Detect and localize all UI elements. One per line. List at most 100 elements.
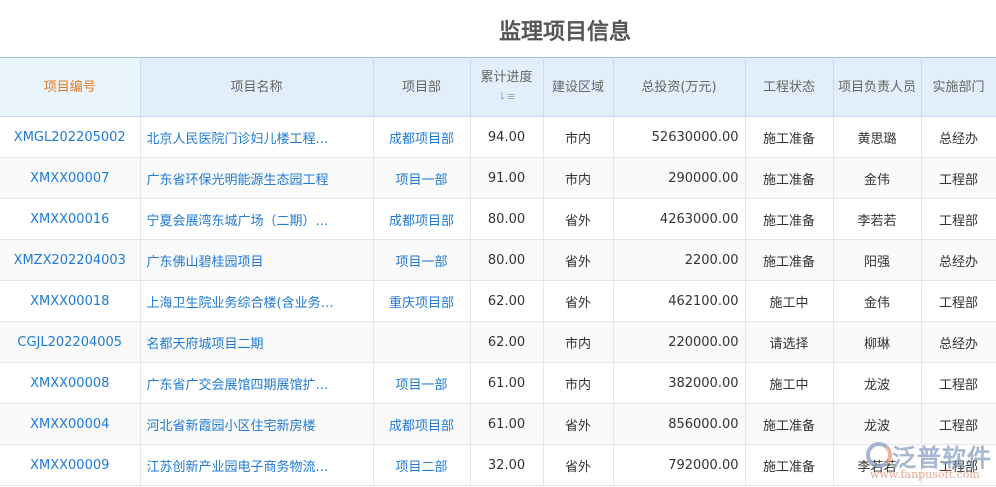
- project-dept-link[interactable]: 项目一部: [373, 157, 471, 199]
- area-cell: 市内: [543, 321, 614, 363]
- sort-icon[interactable]: ⇂≡: [497, 90, 515, 103]
- impl-dept-cell: 工程部: [921, 157, 996, 199]
- progress-cell: 62.00: [470, 280, 544, 322]
- progress-cell: 61.00: [470, 403, 544, 445]
- table-row[interactable]: XMZX202204003 广东佛山碧桂园项目 项目一部 80.00 省外 2200.00…: [0, 239, 996, 281]
- progress-cell: 61.00: [470, 362, 544, 404]
- col-name[interactable]: 项目名称: [140, 57, 374, 117]
- owner-cell: 阳强: [833, 239, 922, 281]
- invest-cell: 4263000.00: [613, 198, 746, 240]
- table-row[interactable]: XMXX00004 河北省新霞园小区住宅新房楼 成都项目部 61.00 省外 856000…: [0, 403, 996, 445]
- progress-cell: 91.00: [470, 157, 544, 199]
- invest-cell: 220000.00: [613, 321, 746, 363]
- progress-cell: 32.00: [470, 444, 544, 486]
- project-id-link[interactable]: XMXX00016: [0, 198, 141, 240]
- invest-cell: 856000.00: [613, 403, 746, 445]
- impl-dept-cell: 总经办: [921, 239, 996, 281]
- status-cell: 施工准备: [745, 157, 834, 199]
- project-table: 项目编号 项目名称 项目部 累计进度 ⇂≡ 建设区域 总投资(万元) 工程状态 …: [0, 57, 996, 486]
- invest-cell: 462100.00: [613, 280, 746, 322]
- table-row[interactable]: XMXX00008 广东省广交会展馆四期展馆扩… 项目一部 61.00 市内 382000…: [0, 362, 996, 404]
- invest-cell: 2200.00: [613, 239, 746, 281]
- project-id-link[interactable]: XMXX00009: [0, 444, 141, 486]
- project-dept-link[interactable]: 项目二部: [373, 444, 471, 486]
- invest-cell: 382000.00: [613, 362, 746, 404]
- project-dept-link[interactable]: 项目一部: [373, 362, 471, 404]
- project-name-link[interactable]: 江苏创新产业园电子商务物流…: [140, 444, 374, 486]
- project-name-link[interactable]: 广东省环保光明能源生态园工程: [140, 157, 374, 199]
- col-owner[interactable]: 项目负责人员: [833, 57, 922, 117]
- invest-cell: 290000.00: [613, 157, 746, 199]
- project-dept-link[interactable]: 成都项目部: [373, 198, 471, 240]
- table-row[interactable]: XMXX00018 上海卫生院业务综合楼(含业务… 重庆项目部 62.00 省外 4621…: [0, 280, 996, 322]
- invest-cell: 792000.00: [613, 444, 746, 486]
- table-row[interactable]: XMGL202205002 北京人民医院门诊妇儿楼工程… 成都项目部 94.00 市内 5…: [0, 116, 996, 158]
- project-dept-link[interactable]: 成都项目部: [373, 116, 471, 158]
- area-cell: 市内: [543, 362, 614, 404]
- project-id-link[interactable]: XMXX00008: [0, 362, 141, 404]
- table-row[interactable]: XMXX00007 广东省环保光明能源生态园工程 项目一部 91.00 市内 290000…: [0, 157, 996, 199]
- status-cell: 施工准备: [745, 239, 834, 281]
- col-progress[interactable]: 累计进度 ⇂≡: [470, 57, 544, 117]
- col-area[interactable]: 建设区域: [543, 57, 614, 117]
- impl-dept-cell: 工程部: [921, 362, 996, 404]
- invest-cell: 52630000.00: [613, 116, 746, 158]
- project-dept-link[interactable]: [373, 321, 471, 363]
- project-id-link[interactable]: XMXX00018: [0, 280, 141, 322]
- status-cell: 施工准备: [745, 444, 834, 486]
- table-header: 项目编号 项目名称 项目部 累计进度 ⇂≡ 建设区域 总投资(万元) 工程状态 …: [0, 57, 996, 117]
- col-dept[interactable]: 项目部: [373, 57, 471, 117]
- progress-cell: 94.00: [470, 116, 544, 158]
- col-invest[interactable]: 总投资(万元): [613, 57, 746, 117]
- col-id[interactable]: 项目编号: [0, 57, 141, 117]
- owner-cell: 龙波: [833, 362, 922, 404]
- project-name-link[interactable]: 上海卫生院业务综合楼(含业务…: [140, 280, 374, 322]
- status-cell: 施工中: [745, 280, 834, 322]
- area-cell: 省外: [543, 403, 614, 445]
- project-id-link[interactable]: XMGL202205002: [0, 116, 141, 158]
- table-row[interactable]: CGJL202204005 名都天府城项目二期 62.00 市内 220000.00 请选…: [0, 321, 996, 363]
- project-name-link[interactable]: 宁夏会展湾东城广场（二期）…: [140, 198, 374, 240]
- area-cell: 市内: [543, 157, 614, 199]
- impl-dept-cell: 总经办: [921, 116, 996, 158]
- progress-cell: 80.00: [470, 239, 544, 281]
- owner-cell: 黄思璐: [833, 116, 922, 158]
- project-dept-link[interactable]: 重庆项目部: [373, 280, 471, 322]
- project-name-link[interactable]: 广东佛山碧桂园项目: [140, 239, 374, 281]
- area-cell: 市内: [543, 116, 614, 158]
- status-cell: 施工准备: [745, 116, 834, 158]
- project-id-link[interactable]: XMXX00004: [0, 403, 141, 445]
- col-impl[interactable]: 实施部门: [921, 57, 996, 117]
- impl-dept-cell: 工程部: [921, 198, 996, 240]
- progress-cell: 80.00: [470, 198, 544, 240]
- status-cell: 施工准备: [745, 198, 834, 240]
- owner-cell: 李若若: [833, 198, 922, 240]
- area-cell: 省外: [543, 239, 614, 281]
- impl-dept-cell: 工程部: [921, 444, 996, 486]
- project-id-link[interactable]: XMXX00007: [0, 157, 141, 199]
- owner-cell: 金伟: [833, 157, 922, 199]
- status-cell: 施工中: [745, 362, 834, 404]
- status-cell: 施工准备: [745, 403, 834, 445]
- area-cell: 省外: [543, 280, 614, 322]
- project-id-link[interactable]: XMZX202204003: [0, 239, 141, 281]
- owner-cell: 柳琳: [833, 321, 922, 363]
- owner-cell: 金伟: [833, 280, 922, 322]
- progress-cell: 62.00: [470, 321, 544, 363]
- project-name-link[interactable]: 名都天府城项目二期: [140, 321, 374, 363]
- area-cell: 省外: [543, 444, 614, 486]
- project-name-link[interactable]: 北京人民医院门诊妇儿楼工程…: [140, 116, 374, 158]
- table-row[interactable]: XMXX00009 江苏创新产业园电子商务物流… 项目二部 32.00 省外 792000…: [0, 444, 996, 486]
- owner-cell: 龙波: [833, 403, 922, 445]
- table-row[interactable]: XMXX00016 宁夏会展湾东城广场（二期）… 成都项目部 80.00 省外 42630…: [0, 198, 996, 240]
- col-progress-label: 累计进度: [480, 70, 533, 85]
- project-name-link[interactable]: 广东省广交会展馆四期展馆扩…: [140, 362, 374, 404]
- impl-dept-cell: 工程部: [921, 280, 996, 322]
- project-name-link[interactable]: 河北省新霞园小区住宅新房楼: [140, 403, 374, 445]
- col-status[interactable]: 工程状态: [745, 57, 834, 117]
- page-title: 监理项目信息: [498, 20, 631, 45]
- project-id-link[interactable]: CGJL202204005: [0, 321, 141, 363]
- impl-dept-cell: 工程部: [921, 403, 996, 445]
- project-dept-link[interactable]: 成都项目部: [373, 403, 471, 445]
- project-dept-link[interactable]: 项目一部: [373, 239, 471, 281]
